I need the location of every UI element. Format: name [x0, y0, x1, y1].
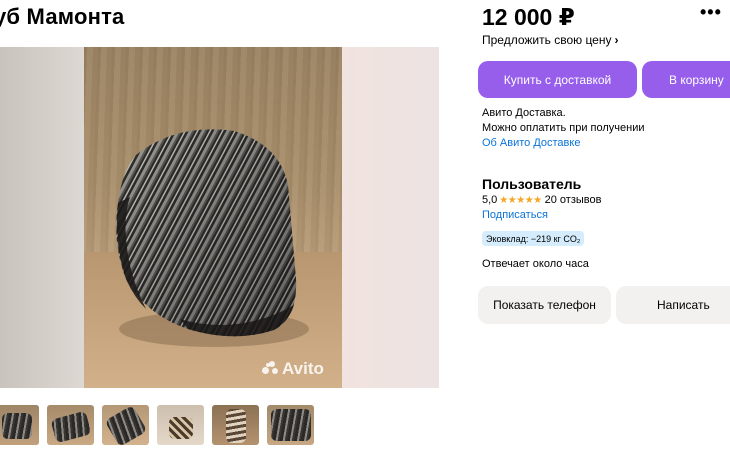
- listing-title: уб Мамонта: [0, 4, 125, 29]
- more-options-icon[interactable]: •••: [700, 2, 722, 23]
- delivery-title: Авито Доставка.: [482, 107, 566, 119]
- thumbnail-4[interactable]: [157, 405, 204, 445]
- avito-watermark-text: Avito: [282, 359, 324, 378]
- thumbnail-1[interactable]: [0, 405, 39, 445]
- main-photo-gallery[interactable]: Avito: [0, 47, 439, 388]
- rating-value: 5,0: [482, 194, 498, 206]
- gallery-blur-right: [342, 47, 439, 388]
- reviews-link[interactable]: 20 отзывов: [545, 194, 602, 206]
- avito-watermark: Avito: [262, 359, 324, 379]
- add-to-cart-button[interactable]: В корзину: [642, 61, 730, 98]
- buy-with-delivery-button[interactable]: Купить с доставкой: [478, 61, 637, 98]
- delivery-payment-note: Можно оплатить при получении: [482, 122, 645, 134]
- write-message-button[interactable]: Написать: [616, 286, 730, 324]
- gallery-blur-left: [0, 47, 84, 388]
- thumbnail-strip: [0, 405, 314, 445]
- thumbnail-6[interactable]: [267, 405, 314, 445]
- thumbnail-5[interactable]: [212, 405, 259, 445]
- avito-logo-icon: [262, 361, 280, 375]
- offer-price-link[interactable]: Предложить свою цену ›: [482, 33, 619, 47]
- rating-stars-icon: ★★★★★: [499, 194, 542, 206]
- eco-contribution-badge[interactable]: Эковклад: −219 кг CO₂: [482, 231, 585, 246]
- offer-price-label: Предложить свою цену: [482, 33, 612, 47]
- about-delivery-link[interactable]: Об Авито Доставке: [482, 137, 580, 149]
- mammoth-tooth-image: [116, 129, 309, 347]
- seller-name[interactable]: Пользователь: [482, 176, 581, 192]
- subscribe-link[interactable]: Подписаться: [482, 209, 548, 221]
- main-photo[interactable]: [84, 47, 342, 388]
- thumbnail-3[interactable]: [102, 405, 149, 445]
- seller-rating: 5,0 ★★★★★ 20 отзывов: [482, 194, 601, 206]
- chevron-right-icon: ›: [614, 33, 619, 47]
- response-time: Отвечает около часа: [482, 258, 589, 270]
- thumbnail-2[interactable]: [47, 405, 94, 445]
- price: 12 000 ₽: [482, 4, 575, 30]
- show-phone-button[interactable]: Показать телефон: [478, 286, 611, 324]
